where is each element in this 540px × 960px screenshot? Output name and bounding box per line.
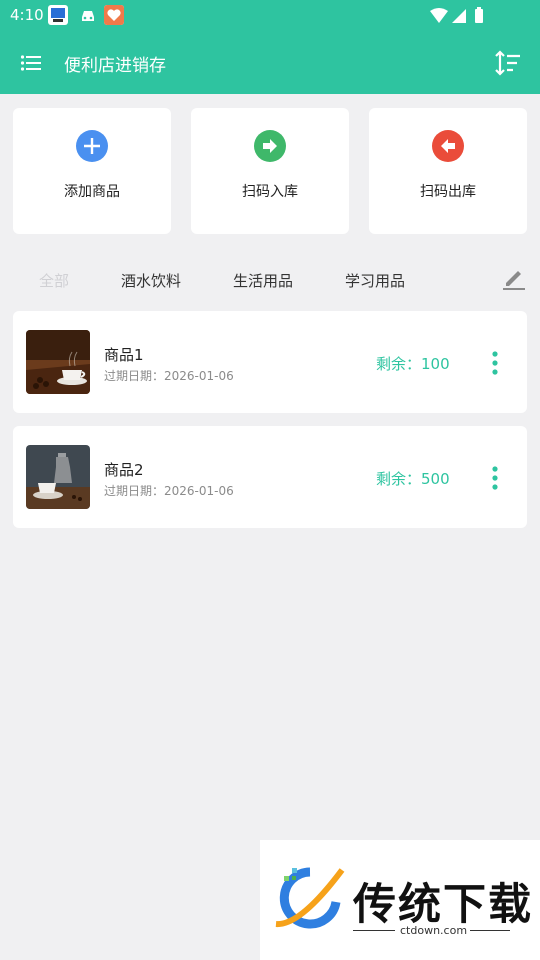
list-item[interactable]: 商品1 过期日期：2026-01-06 剩余：100 [13, 311, 527, 413]
car-icon [78, 5, 98, 25]
edit-icon[interactable] [502, 266, 526, 292]
product-expiry: 过期日期：2026-01-06 [104, 484, 234, 498]
product-remaining: 剩余：100 [376, 355, 450, 373]
watermark-logo: 传统下载 ctdown.com [260, 840, 540, 960]
page-title: 便利店进销存 [64, 56, 166, 76]
add-product-label: 添加商品 [64, 184, 120, 200]
health-app-icon [104, 5, 124, 25]
product-name: 商品2 [104, 461, 144, 479]
tab-study-supplies[interactable]: 学习用品 [345, 270, 405, 291]
notification-app-icon [48, 5, 68, 25]
tab-drinks[interactable]: 酒水饮料 [121, 270, 181, 291]
tab-all[interactable]: 全部 [39, 270, 69, 291]
signal-icon [452, 9, 466, 23]
logo-icon [270, 862, 348, 940]
product-name: 商品1 [104, 346, 144, 364]
battery-icon [475, 9, 483, 23]
sort-icon[interactable] [494, 49, 522, 77]
more-options-icon[interactable] [489, 466, 501, 490]
product-remaining: 剩余：500 [376, 470, 450, 488]
status-time: 4:10 [10, 6, 44, 24]
watermark-brand: 传统下载 [353, 880, 533, 930]
wifi-icon [430, 8, 448, 23]
arrow-right-icon [254, 130, 286, 162]
system-status-icons [430, 6, 510, 26]
arrow-left-icon [432, 130, 464, 162]
plus-icon [76, 130, 108, 162]
list-item[interactable]: 商品2 过期日期：2026-01-06 剩余：500 [13, 426, 527, 528]
scan-out-label: 扫码出库 [420, 184, 476, 200]
product-image [26, 445, 90, 509]
scan-out-card[interactable]: 扫码出库 [369, 108, 527, 234]
add-product-card[interactable]: 添加商品 [13, 108, 171, 234]
app-bar: 便利店进销存 [0, 32, 540, 94]
product-expiry: 过期日期：2026-01-06 [104, 369, 234, 383]
status-bar: 4:10 [0, 0, 540, 32]
product-image [26, 330, 90, 394]
tab-daily-goods[interactable]: 生活用品 [233, 270, 293, 291]
scan-in-card[interactable]: 扫码入库 [191, 108, 349, 234]
scan-in-label: 扫码入库 [242, 184, 298, 200]
more-options-icon[interactable] [489, 351, 501, 375]
menu-icon[interactable] [20, 52, 42, 74]
watermark-url: ctdown.com [400, 924, 468, 937]
